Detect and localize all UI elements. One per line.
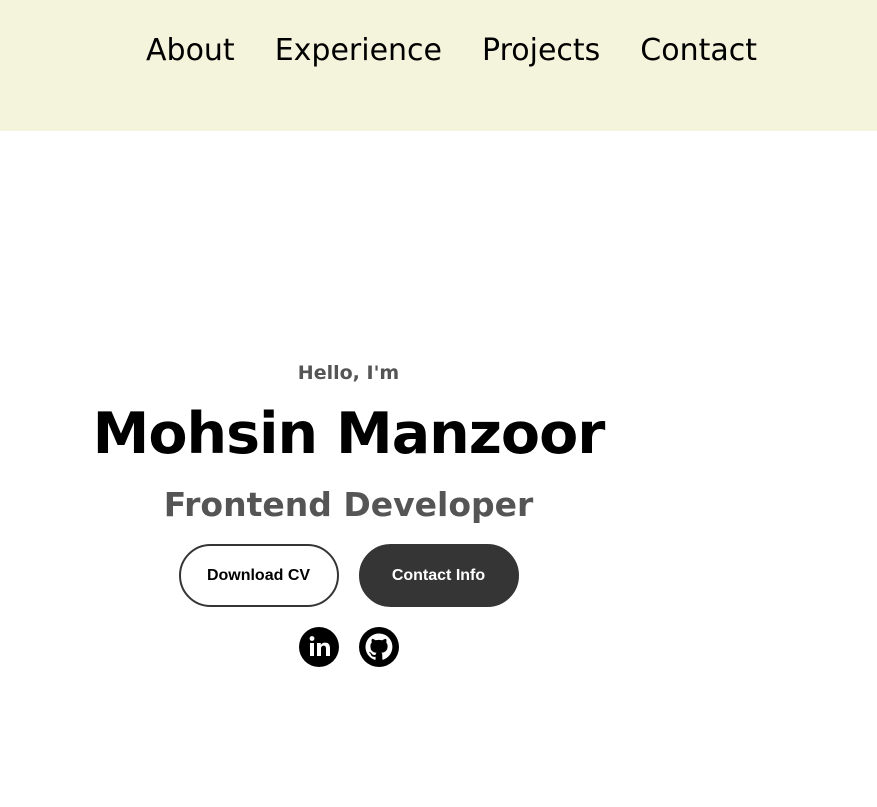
- hero-section: Hello, I'm Mohsin Manzoor Frontend Devel…: [0, 355, 697, 667]
- hero-name: Mohsin Manzoor: [92, 401, 606, 467]
- hero-buttons: Download CV Contact Info: [0, 544, 697, 607]
- nav-item-projects[interactable]: Projects: [482, 31, 600, 71]
- nav-item-about[interactable]: About: [146, 31, 235, 71]
- hero-greeting: Hello, I'm: [297, 362, 400, 384]
- contact-info-button[interactable]: Contact Info: [358, 544, 519, 607]
- hero-role: Frontend Developer: [163, 485, 534, 524]
- linkedin-icon[interactable]: [298, 627, 339, 667]
- social-links: [0, 627, 697, 667]
- nav-item-experience[interactable]: Experience: [275, 31, 442, 71]
- nav-item-contact[interactable]: Contact: [640, 31, 757, 71]
- top-navigation: About Experience Projects Contact: [0, 0, 877, 131]
- github-icon[interactable]: [358, 627, 399, 667]
- nav-links: About Experience Projects Contact: [146, 31, 757, 71]
- download-cv-button[interactable]: Download CV: [178, 544, 339, 607]
